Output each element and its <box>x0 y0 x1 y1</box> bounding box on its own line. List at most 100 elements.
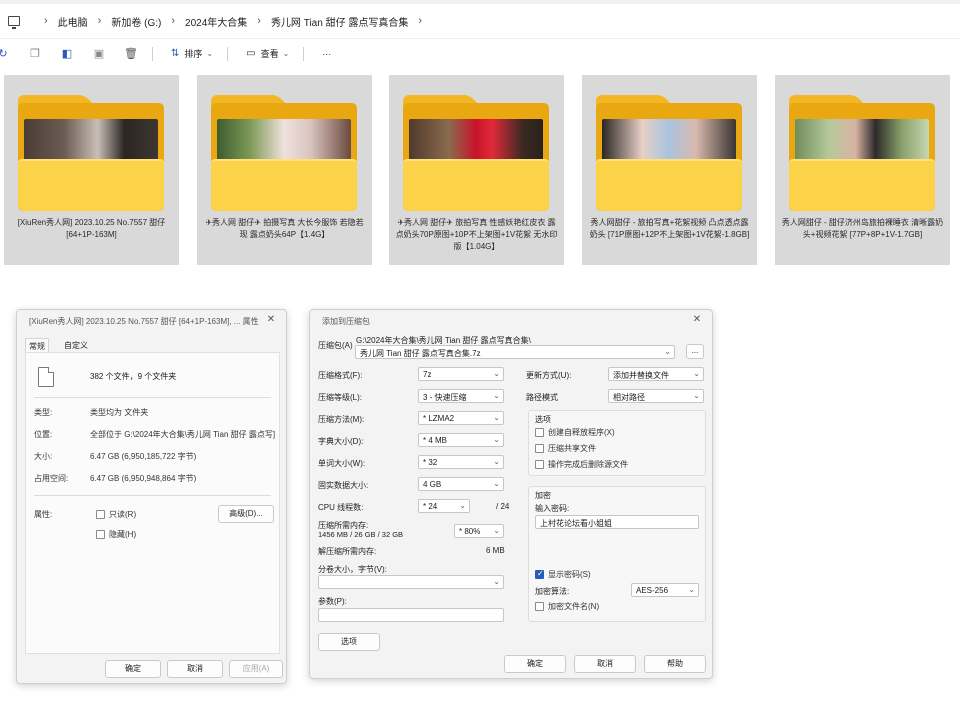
show-password-row[interactable]: 显示密码(S) <box>535 569 591 580</box>
folder-tile[interactable]: ✈秀人网 甜仔✈ 拍摄写真 大长今服饰 若隐若现 露点奶头64P【1.4G】 <box>197 75 372 265</box>
update-mode-select[interactable]: 添加并替换文件 ⌄ <box>608 367 704 381</box>
chevron-down-icon: ⌄ <box>493 369 500 378</box>
sort-icon: ⇅ <box>171 48 180 59</box>
chevron-down-icon: ⌄ <box>459 501 466 510</box>
delete-source-checkbox-row[interactable]: 操作完成后删除源文件 <box>535 459 628 470</box>
encryption-method-value: AES-256 <box>636 586 669 595</box>
encryption-group-title: 加密 <box>535 491 551 500</box>
delete-icon[interactable]: 🗑 <box>124 47 138 61</box>
chevron-down-icon: ⌄ <box>493 435 500 444</box>
cpu-threads-select[interactable]: * 24 ⌄ <box>418 499 470 513</box>
view-button[interactable]: ▭ 查看 ⌄ <box>246 47 289 60</box>
path-mode-value: 相对路径 <box>613 393 645 402</box>
encrypt-names-row[interactable]: 加密文件名(N) <box>535 601 599 612</box>
dictionary-select[interactable]: * 4 MB ⌄ <box>418 433 504 447</box>
type-value: 类型均为 文件夹 <box>90 408 149 417</box>
disk-size-value: 6.47 GB (6,950,948,864 字节) <box>90 474 197 483</box>
shared-checkbox-row[interactable]: 压缩共享文件 <box>535 443 596 454</box>
memory-detail: 1456 MB / 26 GB / 32 GB <box>318 530 404 539</box>
method-select[interactable]: * LZMA2 ⌄ <box>418 411 504 425</box>
hidden-label: 隐藏(H) <box>109 530 137 539</box>
advanced-button[interactable]: 高级(D)... <box>218 505 274 523</box>
update-mode-label: 更新方式(U): <box>526 371 572 380</box>
file-count-summary: 382 个文件，9 个文件夹 <box>90 372 177 381</box>
toolbar-divider <box>152 46 153 61</box>
password-input[interactable]: 上村花论坛看小姐姐 <box>535 515 699 529</box>
decompress-memory-label: 解压缩所需内存: <box>318 547 377 556</box>
path-mode-select[interactable]: 相对路径 ⌄ <box>608 389 704 403</box>
add-to-archive-dialog: 添加到压缩包 ✕ 压缩包(A) G:\2024年大合集\秀儿网 Tian 甜仔 … <box>309 309 713 679</box>
cancel-button[interactable]: 取消 <box>574 655 636 673</box>
encryption-method-select[interactable]: AES-256 ⌄ <box>631 583 699 597</box>
folder-tile[interactable]: [XiuRen秀人网] 2023.10.25 No.7557 甜仔 [64+1P… <box>4 75 179 265</box>
readonly-checkbox-row[interactable]: 只读(R) <box>96 509 136 520</box>
sfx-checkbox[interactable] <box>535 428 544 437</box>
level-select[interactable]: 3 - 快速压缩 ⌄ <box>418 389 504 403</box>
folder-tile[interactable]: 秀人网甜仔 - 旅拍写真+花絮视频 凸点透点露奶头 [71P原图+12P不上架图… <box>582 75 757 265</box>
ok-button[interactable]: 确定 <box>504 655 566 673</box>
format-select[interactable]: 7z ⌄ <box>418 367 504 381</box>
folder-tile[interactable]: 秀人网甜仔 - 甜仔济州岛旅拍裸睡衣 清晰露奶头+视频花絮 [77P+8P+1V… <box>775 75 950 265</box>
options-button[interactable]: 选项 <box>318 633 380 651</box>
folder-icon <box>403 95 549 211</box>
password-label: 输入密码: <box>535 504 570 513</box>
help-button[interactable]: 帮助 <box>644 655 706 673</box>
parameters-input[interactable] <box>318 608 504 622</box>
chevron-down-icon: ⌄ <box>493 391 500 400</box>
folder-tile[interactable]: ✈秀人网 甜仔✈ 旅拍写真 性感妖艳红皮衣 露点奶头70P原图+10P不上架图+… <box>389 75 564 265</box>
more-button[interactable]: ··· <box>322 49 331 59</box>
hidden-checkbox[interactable] <box>96 530 105 539</box>
share-icon[interactable]: ↻ <box>0 47 10 61</box>
sfx-label: 创建自释放程序(X) <box>548 428 615 437</box>
close-icon[interactable]: ✕ <box>690 313 704 327</box>
solid-size-value: 4 GB <box>423 480 442 489</box>
breadcrumb-current[interactable]: 秀儿网 Tian 甜仔 露点写真合集 <box>271 14 408 29</box>
memory-select[interactable]: * 80% ⌄ <box>454 524 504 538</box>
split-select[interactable]: ⌄ <box>318 575 504 589</box>
level-label: 压缩等级(L): <box>318 393 362 402</box>
hidden-checkbox-row[interactable]: 隐藏(H) <box>96 529 136 540</box>
memory-value: * 80% <box>459 527 481 536</box>
copy-icon[interactable]: ❐ <box>28 47 42 61</box>
chevron-right-icon: › <box>97 15 102 27</box>
breadcrumb-this-pc[interactable]: 此电脑 <box>58 14 88 29</box>
readonly-checkbox[interactable] <box>96 510 105 519</box>
shared-checkbox[interactable] <box>535 444 544 453</box>
parameters-label: 参数(P): <box>318 597 347 606</box>
method-value: * LZMA2 <box>423 414 455 423</box>
decompress-memory-value: 6 MB <box>486 546 505 555</box>
address-bar[interactable]: › 此电脑 › 新加卷 (G:) › 2024年大合集 › 秀儿网 Tian 甜… <box>0 4 960 38</box>
browse-button[interactable]: ... <box>686 344 704 359</box>
options-group: 选项 创建自释放程序(X) 压缩共享文件 操作完成后删除源文件 <box>528 410 706 476</box>
rename-icon[interactable]: ◧ <box>60 47 74 61</box>
sort-button[interactable]: ⇅ 排序 ⌄ <box>171 47 213 60</box>
apply-button[interactable]: 应用(A) <box>229 660 283 678</box>
paste-icon[interactable]: ▣ <box>92 47 106 61</box>
shared-label: 压缩共享文件 <box>548 444 596 453</box>
encrypt-names-checkbox[interactable] <box>535 602 544 611</box>
command-bar: ↻ ❐ ◧ ▣ 🗑 ⇅ 排序 ⌄ ▭ 查看 ⌄ ··· <box>0 38 960 68</box>
delete-source-checkbox[interactable] <box>535 460 544 469</box>
encryption-group: 加密 输入密码: 上村花论坛看小姐姐 显示密码(S) 加密算法: AES-256… <box>528 486 706 622</box>
folder-name: [XiuRen秀人网] 2023.10.25 No.7557 甜仔 [64+1P… <box>17 218 166 239</box>
attributes-key: 属性: <box>34 510 53 519</box>
cancel-button[interactable]: 取消 <box>167 660 223 678</box>
sfx-checkbox-row[interactable]: 创建自释放程序(X) <box>535 427 615 438</box>
cpu-threads-value: * 24 <box>423 502 438 511</box>
folder-icon <box>211 95 357 211</box>
path-mode-label: 路径模式 <box>526 393 558 402</box>
divider <box>34 397 271 398</box>
show-password-checkbox[interactable] <box>535 569 544 579</box>
breadcrumb-drive[interactable]: 新加卷 (G:) <box>111 14 161 29</box>
folder-icon <box>596 95 742 211</box>
ok-button[interactable]: 确定 <box>105 660 161 678</box>
word-size-select[interactable]: * 32 ⌄ <box>418 455 504 469</box>
update-mode-value: 添加并替换文件 <box>613 371 669 380</box>
breadcrumb-folder-2024[interactable]: 2024年大合集 <box>185 14 247 29</box>
solid-size-select[interactable]: 4 GB ⌄ <box>418 477 504 491</box>
close-icon[interactable]: ✕ <box>264 313 278 327</box>
method-label: 压缩方法(M): <box>318 415 365 424</box>
archive-name-combo[interactable]: 秀儿网 Tian 甜仔 露点写真合集.7z ⌄ <box>355 345 675 359</box>
encrypt-names-label: 加密文件名(N) <box>548 602 600 611</box>
password-value: 上村花论坛看小姐姐 <box>540 519 612 528</box>
